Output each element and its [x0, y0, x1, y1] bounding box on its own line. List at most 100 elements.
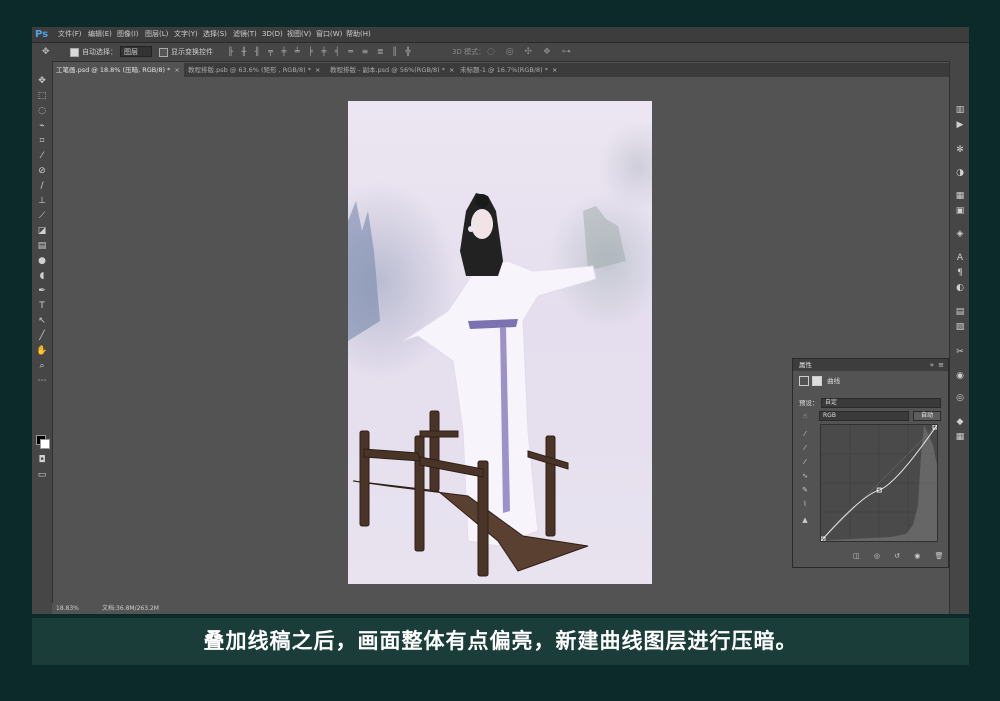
dodge-tool-icon[interactable]: ◖	[32, 269, 52, 283]
channels-icon[interactable]: ▧	[950, 320, 969, 334]
background-color-swatch[interactable]	[40, 439, 50, 449]
color-icon[interactable]: ◑	[950, 166, 969, 180]
menu-window[interactable]: 窗口(W)	[316, 27, 342, 42]
panel-menu-icon[interactable]: ≡	[938, 359, 944, 371]
menu-select[interactable]: 选择(S)	[203, 27, 227, 42]
panel-title[interactable]: 属性	[799, 359, 812, 371]
options-bar: ✥ 自动选择： 图层 显示变换控件 ╟ ╫ ╢ ╤ ╪ ╧ ╞ ╪ ╡ ═ ≡ …	[32, 43, 969, 62]
channel-dropdown[interactable]: RGB	[819, 411, 909, 421]
doc-size: 文档:36.8M/263.2M	[102, 605, 159, 612]
close-icon[interactable]: ×	[315, 66, 320, 74]
tab-label: 教程排版 - 副本.psd @ 56%(RGB/8) *	[330, 66, 445, 74]
move-tool-icon[interactable]: ✥	[42, 43, 50, 61]
zoom-level[interactable]: 18.83%	[56, 603, 79, 614]
styles-icon[interactable]: ▣	[950, 204, 969, 218]
3d-mode-icons[interactable]: ◌ ◎ ✣ ❖ ⊶	[487, 43, 575, 61]
screen-mode-icon[interactable]: ▭	[32, 468, 52, 482]
eraser-tool-icon[interactable]: ◪	[32, 224, 52, 238]
auto-button[interactable]: 自动	[913, 411, 941, 421]
menu-help[interactable]: 帮助(H)	[346, 27, 371, 42]
adjustment-header: 曲线	[799, 375, 840, 387]
tutorial-caption: 叠加线稿之后，画面整体有点偏亮，新建曲线图层进行压暗。	[203, 629, 798, 653]
tab-jiaocheng[interactable]: 教程排版.psb @ 63.6% (矩形 , RGB/8) * ×	[184, 63, 324, 77]
close-icon[interactable]: ×	[449, 66, 454, 74]
gradient-tool-icon[interactable]: ▤	[32, 239, 52, 253]
canvas-image[interactable]	[348, 101, 652, 584]
menu-layer[interactable]: 图层(L)	[145, 27, 168, 42]
preset-label: 预设：	[799, 399, 819, 407]
menu-file[interactable]: 文件(F)	[58, 27, 82, 42]
actions-icon[interactable]: ▶	[950, 118, 969, 132]
history-icon[interactable]: ▥	[950, 103, 969, 117]
menu-type[interactable]: 文字(Y)	[174, 27, 198, 42]
lasso-tool-icon[interactable]: ◌	[32, 104, 52, 118]
blur-tool-icon[interactable]: ●	[32, 254, 52, 268]
adjustment-name: 曲线	[827, 377, 841, 385]
tab-gongbi[interactable]: 工笔画.psd @ 18.8% (压暗, RGB/8) * ×	[52, 63, 184, 77]
glyphs-icon[interactable]: ◐	[950, 281, 969, 295]
menu-3d[interactable]: 3D(D)	[262, 27, 283, 42]
toolbox: ✥ ⬚ ◌ ⌁ ⌗ ⁄ ⊘ ∕ ⊥ ⟋ ◪ ▤ ● ◖ ✒ T ↖ ╱ ✋ ⌕ …	[32, 61, 53, 614]
pen-tool-icon[interactable]: ✒	[32, 284, 52, 298]
healing-tool-icon[interactable]: ⊘	[32, 164, 52, 178]
mask-icon[interactable]	[812, 376, 822, 386]
show-transform-label: 显示变换控件	[171, 48, 213, 56]
auto-select-dropdown[interactable]: 图层	[120, 46, 152, 57]
eyedropper-tool-icon[interactable]: ⁄	[32, 149, 52, 163]
curve-edit-icon[interactable]: ∿	[799, 471, 811, 481]
path-select-icon[interactable]: ↖	[32, 314, 52, 328]
adjustments-icon[interactable]: ✻	[950, 143, 969, 157]
clipping-warning-icon[interactable]: ▲	[799, 515, 811, 525]
collapse-icon[interactable]: »	[930, 359, 934, 371]
move-tool-icon[interactable]: ✥	[32, 74, 52, 88]
black-point-eyedropper-icon[interactable]: ⁄	[799, 429, 811, 439]
paths-icon[interactable]: ◆	[950, 415, 969, 429]
paragraph-icon[interactable]: ¶	[950, 266, 969, 280]
properties-icon[interactable]: ◉	[950, 369, 969, 383]
libraries-icon[interactable]: ◈	[950, 227, 969, 241]
curves-graph[interactable]	[820, 424, 938, 542]
panel-footer-icons[interactable]: ◫ ◎ ↺ ◉ 🗑	[853, 552, 949, 560]
preset-row: 预设： 自定	[799, 398, 941, 408]
line-tool-icon[interactable]: ╱	[32, 329, 52, 343]
info-icon[interactable]: ◎	[950, 391, 969, 405]
menu-view[interactable]: 视图(V)	[287, 27, 311, 42]
align-distribute-icons[interactable]: ╟ ╫ ╢ ╤ ╪ ╧ ╞ ╪ ╡ ═ ≡ ≣ ║ ╬	[228, 43, 413, 61]
swatches-icon[interactable]: ▦	[950, 189, 969, 203]
target-adjust-icon[interactable]: ☝	[799, 411, 811, 421]
curves-adjustment-icon	[799, 376, 809, 386]
more-tools-icon[interactable]: ⋯	[32, 374, 52, 388]
brush-tool-icon[interactable]: ∕	[32, 179, 52, 193]
tab-jiaocheng-copy[interactable]: 教程排版 - 副本.psd @ 56%(RGB/8) * ×	[326, 63, 458, 77]
tab-untitled[interactable]: 未标题-1 @ 16.7%(RGB/8) * ×	[456, 63, 561, 77]
menu-filter[interactable]: 滤镜(T)	[233, 27, 257, 42]
tab-label: 未标题-1 @ 16.7%(RGB/8) *	[460, 66, 548, 74]
show-transform-checkbox[interactable]	[159, 48, 168, 57]
quick-mask-icon[interactable]: ◘	[32, 453, 52, 467]
preset-dropdown[interactable]: 自定	[821, 398, 941, 408]
zoom-tool-icon[interactable]: ⌕	[32, 359, 52, 373]
close-icon[interactable]: ×	[174, 66, 179, 74]
auto-select-checkbox[interactable]	[70, 48, 79, 57]
mode-3d-label: 3D 模式：	[452, 48, 486, 56]
marquee-tool-icon[interactable]: ⬚	[32, 89, 52, 103]
document-tabs: 工笔画.psd @ 18.8% (压暗, RGB/8) * × 教程排版.psb …	[52, 63, 949, 77]
white-point-eyedropper-icon[interactable]: ⁄	[799, 457, 811, 467]
pencil-icon[interactable]: ✎	[799, 485, 811, 495]
crop-tool-icon[interactable]: ⌗	[32, 134, 52, 148]
character-icon[interactable]: A	[950, 251, 969, 265]
menu-image[interactable]: 图像(I)	[117, 27, 139, 42]
gray-point-eyedropper-icon[interactable]: ⁄	[799, 443, 811, 453]
menu-edit[interactable]: 编辑(E)	[88, 27, 112, 42]
stamp-tool-icon[interactable]: ⊥	[32, 194, 52, 208]
tools-icon[interactable]: ✂	[950, 345, 969, 359]
hand-tool-icon[interactable]: ✋	[32, 344, 52, 358]
type-tool-icon[interactable]: T	[32, 299, 52, 313]
history-brush-icon[interactable]: ⟋	[32, 209, 52, 223]
smooth-icon[interactable]: ⌇	[799, 499, 811, 509]
close-icon[interactable]: ×	[552, 66, 557, 74]
grid-icon[interactable]: ▦	[950, 430, 969, 444]
layers-icon[interactable]: ▤	[950, 305, 969, 319]
tab-label: 工笔画.psd @ 18.8% (压暗, RGB/8) *	[56, 66, 171, 74]
quick-select-tool-icon[interactable]: ⌁	[32, 119, 52, 133]
